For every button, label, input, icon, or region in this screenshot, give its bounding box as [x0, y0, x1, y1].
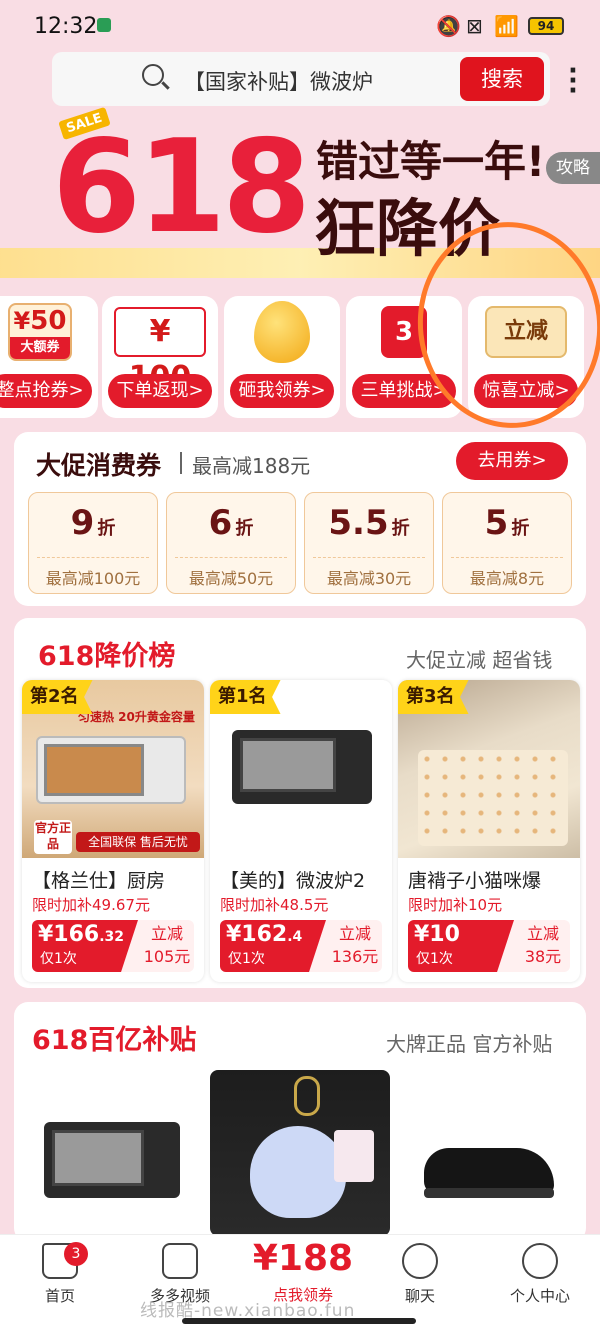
- nav-me[interactable]: 个人中心: [480, 1235, 600, 1333]
- use-coupon-button[interactable]: 去用券>: [456, 442, 568, 480]
- wifi-icon: 📶: [494, 14, 519, 38]
- status-time: 12:32: [34, 14, 98, 39]
- product-name: 【美的】微波炉2: [220, 870, 366, 892]
- product-subsidy: 限时加补48.5元: [220, 896, 329, 914]
- search-button[interactable]: 搜索: [460, 57, 544, 101]
- rank-badge: 第3名: [398, 680, 469, 714]
- ranking-card[interactable]: 匀速热 20升黄金容量 官方正品 全国联保 售后无忧 第2名 【格兰仕】厨房 限…: [22, 680, 204, 982]
- profile-icon: [522, 1243, 558, 1279]
- app-notification-icon: [97, 18, 111, 32]
- mute-icon: 🔕: [436, 14, 461, 38]
- feature-label: 下单返现>: [108, 374, 212, 408]
- product-name: 【格兰仕】厨房: [32, 870, 166, 892]
- subsidy-subtitle[interactable]: 大牌正品 官方补贴: [386, 1028, 552, 1057]
- coupon-50-icon: ¥50 大额券: [8, 303, 72, 361]
- subsidy-product-shoe[interactable]: [398, 1070, 578, 1236]
- home-indicator[interactable]: [182, 1318, 416, 1324]
- video-icon: [162, 1243, 198, 1279]
- feature-label: 砸我领券>: [230, 374, 334, 408]
- ranking-subtitle[interactable]: 大促立减 超省钱: [406, 644, 552, 673]
- chat-icon: [402, 1243, 438, 1279]
- feature-label: 整点抢券>: [0, 374, 92, 408]
- product-subsidy: 限时加补10元: [408, 896, 503, 914]
- search-bar[interactable]: 【国家补贴】微波炉 搜索: [52, 52, 550, 106]
- rank-badge: 第2名: [22, 680, 93, 714]
- nav-home[interactable]: 首页: [0, 1235, 120, 1333]
- price-box[interactable]: ¥10 仅1次 立减 38元: [408, 920, 570, 972]
- search-icon: [142, 64, 164, 86]
- guide-button[interactable]: 攻略: [546, 152, 600, 184]
- more-icon[interactable]: · · ·: [566, 58, 580, 104]
- divider: [180, 452, 182, 474]
- coupon-card[interactable]: 5折 最高减8元: [442, 492, 572, 594]
- rank-badge: 第1名: [210, 680, 281, 714]
- feature-cashback[interactable]: ¥ 100 下单返现>: [102, 296, 218, 418]
- coupon-section: 大促消费券 最高减188元 去用券> 9折 最高减100元 6折 最高减50元 …: [14, 432, 586, 606]
- coupon-section-title: 大促消费券: [36, 451, 162, 480]
- ranking-title: 618降价榜: [38, 641, 176, 672]
- coupon-card[interactable]: 5.5 折 最高减30元: [304, 492, 434, 594]
- coupon-card[interactable]: 6折 最高减50元: [166, 492, 296, 594]
- coupon-section-subtitle: 最高减188元: [192, 454, 311, 478]
- home-badge: 3: [64, 1242, 88, 1266]
- status-bar: 12:32 🔕 ⊠ 📶 94: [0, 0, 600, 52]
- price-box[interactable]: ¥166.32 仅1次 立减 105元: [32, 920, 194, 972]
- price-box[interactable]: ¥162.4 仅1次 立减 136元: [220, 920, 382, 972]
- ranking-card[interactable]: 第3名 唐褙子小猫咪爆 限时加补10元 ¥10 仅1次 立减 38元: [398, 680, 580, 982]
- nav-coupon-value[interactable]: ¥188: [248, 1238, 358, 1279]
- product-name: 唐褙子小猫咪爆: [408, 870, 542, 892]
- ranking-card[interactable]: 第1名 【美的】微波炉2 限时加补48.5元 ¥162.4 仅1次 立减 136元: [210, 680, 392, 982]
- close-box-icon: ⊠: [466, 14, 483, 38]
- coupon-card[interactable]: 9折 最高减100元: [28, 492, 158, 594]
- feature-smash-egg[interactable]: 砸我领券>: [224, 296, 340, 418]
- coupon-100-icon: ¥ 100: [114, 307, 206, 395]
- battery-icon: 94: [528, 17, 564, 35]
- search-input[interactable]: 【国家补贴】微波炉: [184, 66, 373, 96]
- subsidy-title: 618百亿补贴: [32, 1025, 197, 1056]
- subsidy-product-plush[interactable]: [210, 1070, 390, 1236]
- feature-hourly-coupon[interactable]: ¥50 大额券 整点抢券>: [0, 296, 98, 418]
- banner-618: 618: [52, 113, 311, 262]
- product-subsidy: 限时加补49.67元: [32, 896, 150, 914]
- subsidy-product-microwave[interactable]: [22, 1070, 202, 1236]
- golden-egg-icon: [254, 301, 310, 363]
